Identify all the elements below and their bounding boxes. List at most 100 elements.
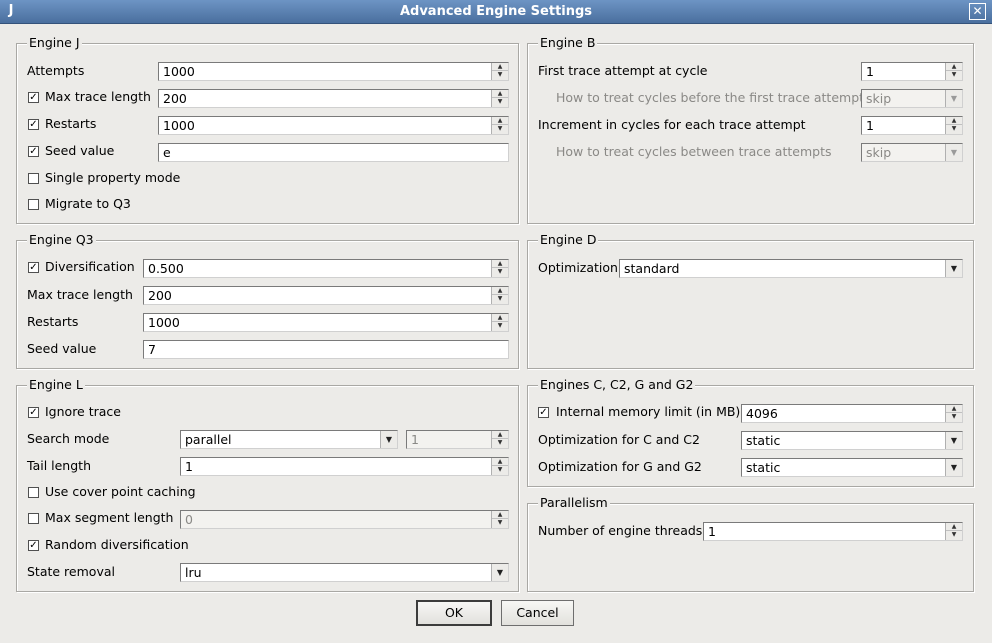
migrate-to-q3-label: Migrate to Q3 [45, 196, 131, 211]
max-trace-length-checkbox[interactable]: ✓ [28, 92, 39, 103]
memory-limit-checkbox[interactable]: ✓ [538, 407, 549, 418]
spin-down-icon[interactable]: ▼ [492, 125, 508, 133]
engine-threads-spinner[interactable]: 1 ▲ ▼ [703, 522, 963, 541]
chevron-down-icon[interactable]: ▼ [945, 459, 962, 476]
increment-spinner[interactable]: 1 ▲ ▼ [861, 116, 963, 135]
chevron-down-icon[interactable]: ▼ [945, 432, 962, 449]
optimization-select[interactable]: standard ▼ [619, 259, 963, 278]
close-icon[interactable]: ✕ [969, 3, 986, 20]
spinner-buttons[interactable]: ▲ ▼ [491, 287, 508, 304]
first-trace-attempt-spinner[interactable]: 1 ▲ ▼ [861, 62, 963, 81]
opt-c-select[interactable]: static ▼ [741, 431, 963, 450]
tail-length-label: Tail length [27, 458, 91, 473]
state-removal-select[interactable]: lru ▼ [180, 563, 509, 582]
cancel-button[interactable]: Cancel [501, 600, 574, 626]
spin-down-icon[interactable]: ▼ [946, 125, 962, 133]
spinner-buttons[interactable]: ▲ ▼ [945, 405, 962, 422]
attempts-label: Attempts [27, 63, 85, 78]
chevron-down-icon[interactable]: ▼ [380, 431, 397, 448]
spin-down-icon[interactable]: ▼ [492, 98, 508, 106]
spinner-buttons[interactable]: ▲ ▼ [491, 117, 508, 134]
spin-up-icon[interactable]: ▲ [492, 314, 508, 322]
spin-up-icon[interactable]: ▲ [946, 117, 962, 125]
ignore-trace-checkbox[interactable]: ✓ [28, 407, 39, 418]
select-value: parallel [185, 432, 232, 447]
spin-up-icon[interactable]: ▲ [492, 260, 508, 268]
spin-up-icon[interactable]: ▲ [946, 523, 962, 531]
spin-down-icon[interactable]: ▼ [946, 71, 962, 79]
q3-seed-value-input[interactable]: 7 [143, 340, 509, 359]
cycles-before-label: How to treat cycles before the first tra… [556, 90, 865, 105]
chevron-down-icon: ▼ [945, 90, 962, 107]
spinner-buttons[interactable]: ▲ ▼ [491, 260, 508, 277]
spin-down-icon[interactable]: ▼ [492, 71, 508, 79]
spin-down-icon[interactable]: ▼ [492, 466, 508, 474]
migrate-to-q3-checkbox[interactable] [28, 199, 39, 210]
tail-length-spinner[interactable]: 1 ▲ ▼ [180, 457, 509, 476]
random-diversification-checkbox[interactable]: ✓ [28, 540, 39, 551]
single-property-mode-checkbox[interactable] [28, 173, 39, 184]
window-title: Advanced Engine Settings [399, 4, 593, 19]
field-value: 4096 [746, 406, 778, 421]
chevron-down-icon[interactable]: ▼ [491, 564, 508, 581]
attempts-spinner[interactable]: 1000 ▲ ▼ [158, 62, 509, 81]
q3-restarts-label: Restarts [27, 314, 79, 329]
spin-up-icon[interactable]: ▲ [946, 63, 962, 71]
spin-up-icon[interactable]: ▲ [492, 63, 508, 71]
spinner-buttons[interactable]: ▲ ▼ [945, 523, 962, 540]
cover-point-caching-checkbox[interactable] [28, 487, 39, 498]
spinner-buttons: ▲ ▼ [491, 431, 508, 448]
diversification-checkbox[interactable]: ✓ [28, 262, 39, 273]
spin-up-icon[interactable]: ▲ [492, 287, 508, 295]
group-title: Engine Q3 [27, 232, 96, 247]
group-title: Engines C, C2, G and G2 [538, 377, 696, 392]
spin-up-icon: ▲ [492, 431, 508, 439]
max-trace-length-spinner[interactable]: 200 ▲ ▼ [158, 89, 509, 108]
spin-up-icon[interactable]: ▲ [946, 405, 962, 413]
seed-value-checkbox[interactable]: ✓ [28, 146, 39, 157]
spinner-buttons[interactable]: ▲ ▼ [491, 458, 508, 475]
max-trace-length-label: Max trace length [45, 89, 151, 104]
ok-button[interactable]: OK [416, 600, 492, 626]
seed-value-input[interactable]: e [158, 143, 509, 162]
spin-up-icon[interactable]: ▲ [492, 90, 508, 98]
spin-down-icon[interactable]: ▼ [492, 322, 508, 330]
spinner-buttons[interactable]: ▲ ▼ [491, 63, 508, 80]
max-segment-length-checkbox[interactable] [28, 513, 39, 524]
group-parallelism: Parallelism [527, 496, 974, 592]
max-segment-length-label: Max segment length [45, 510, 174, 525]
restarts-checkbox[interactable]: ✓ [28, 119, 39, 130]
spin-down-icon[interactable]: ▼ [492, 268, 508, 276]
memory-limit-spinner[interactable]: 4096 ▲ ▼ [741, 404, 963, 423]
title-bar: J Advanced Engine Settings ✕ [0, 0, 992, 24]
spin-up-icon[interactable]: ▲ [492, 458, 508, 466]
select-value: standard [624, 261, 680, 276]
opt-g-select[interactable]: static ▼ [741, 458, 963, 477]
field-value: 1 [411, 432, 419, 447]
q3-max-trace-length-spinner[interactable]: 200 ▲ ▼ [143, 286, 509, 305]
q3-restarts-spinner[interactable]: 1000 ▲ ▼ [143, 313, 509, 332]
spin-down-icon[interactable]: ▼ [492, 295, 508, 303]
spinner-buttons[interactable]: ▲ ▼ [945, 117, 962, 134]
spin-down-icon[interactable]: ▼ [946, 531, 962, 539]
spinner-buttons[interactable]: ▲ ▼ [491, 314, 508, 331]
chevron-down-icon: ▼ [945, 144, 962, 161]
restarts-spinner[interactable]: 1000 ▲ ▼ [158, 116, 509, 135]
field-value: 1000 [148, 315, 180, 330]
spinner-buttons[interactable]: ▲ ▼ [945, 63, 962, 80]
spin-down-icon[interactable]: ▼ [946, 413, 962, 421]
diversification-spinner[interactable]: 0.500 ▲ ▼ [143, 259, 509, 278]
search-mode-select[interactable]: parallel ▼ [180, 430, 398, 449]
memory-limit-label: Internal memory limit (in MB) [556, 404, 741, 419]
chevron-down-icon[interactable]: ▼ [945, 260, 962, 277]
spin-down-icon: ▼ [497, 519, 503, 526]
spinner-buttons[interactable]: ▲ ▼ [491, 90, 508, 107]
spin-up-icon[interactable]: ▲ [492, 117, 508, 125]
restarts-label: Restarts [45, 116, 97, 131]
max-segment-length-spinner: 0 ▲ ▼ [180, 510, 509, 529]
group-title: Parallelism [538, 495, 610, 510]
cover-point-caching-label: Use cover point caching [45, 484, 196, 499]
field-value: 200 [148, 288, 172, 303]
select-value: lru [185, 565, 202, 580]
field-value: 0.500 [148, 261, 184, 276]
